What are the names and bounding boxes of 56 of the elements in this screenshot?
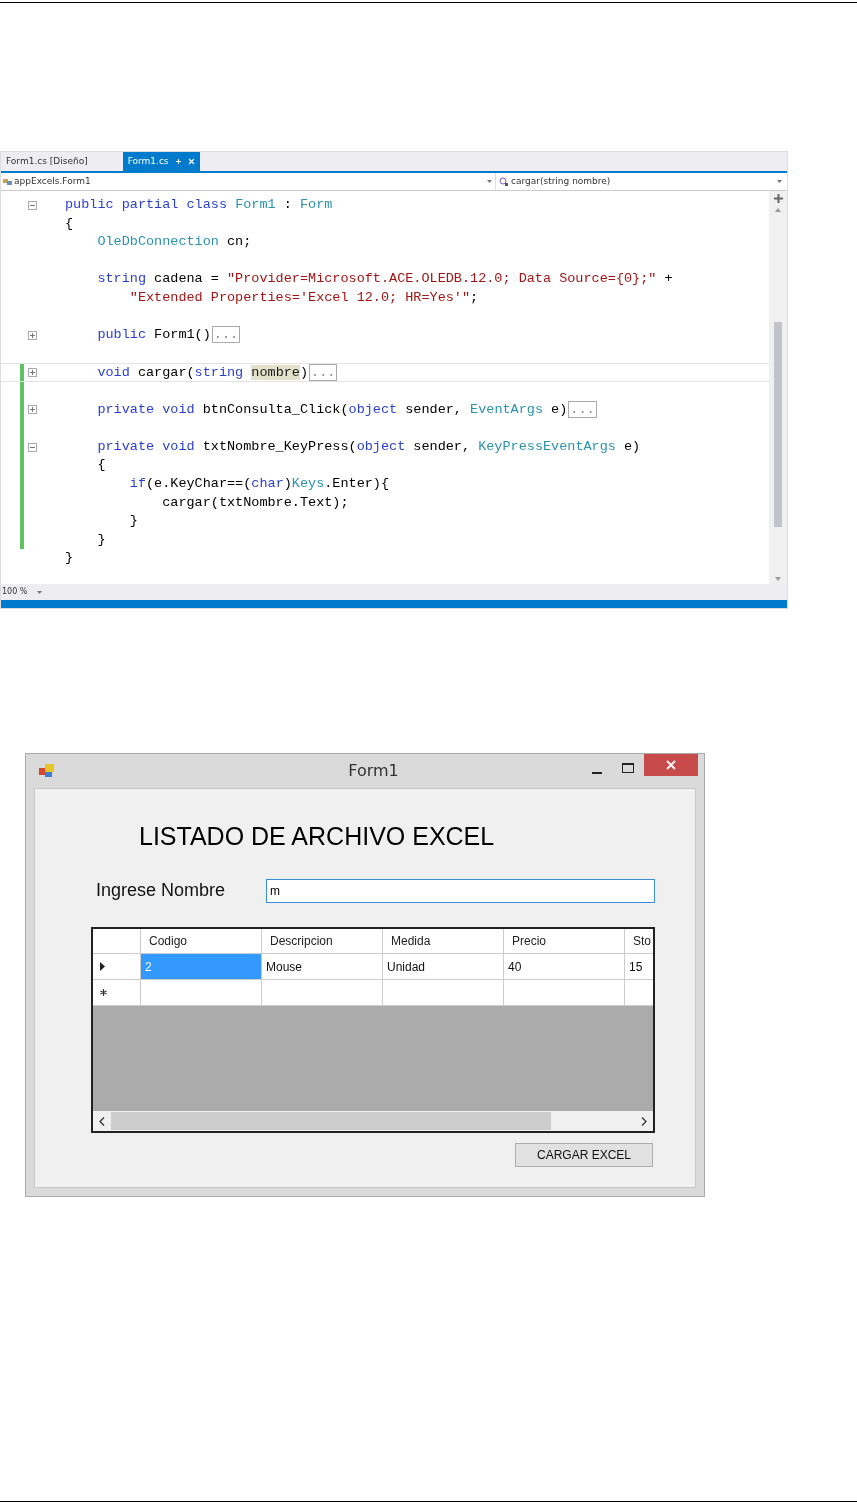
code-line: public partial class Form1 : Form — [65, 196, 333, 214]
grid-cell[interactable]: Unidad — [383, 954, 504, 979]
member-dropdown[interactable]: cargar(string nombre) — [496, 173, 787, 190]
code-line: private void btnConsulta_Click(object sender, EventArgs e) ... — [96, 400, 598, 420]
code-line: private void txtNombre_KeyPress(object sender, KeyPressEventArgs e) — [96, 437, 641, 456]
name-label: Ingrese Nombre — [96, 879, 227, 902]
dropdown-arrow-icon — [777, 180, 782, 183]
dropdown-arrow-icon — [487, 180, 492, 183]
scroll-up-icon[interactable] — [775, 208, 781, 212]
editor-tab[interactable]: Form1.cs [Diseño] — [1, 152, 93, 171]
code-line: public Form1() ... — [96, 326, 242, 345]
load-excel-button[interactable]: CARGAR EXCEL — [515, 1143, 653, 1167]
close-icon — [666, 760, 676, 770]
scroll-left-icon[interactable] — [99, 1116, 105, 1126]
code-line: cargar(txtNombre.Text); — [161, 493, 349, 512]
dropdown-arrow-icon — [37, 590, 43, 594]
current-row-icon — [100, 962, 105, 971]
code-line: string cadena = "Provider=Microsoft.ACE.OLEDB.12.0; Data Source={0};" + — [96, 270, 673, 289]
code-line: } — [96, 530, 106, 549]
scroll-right-icon[interactable] — [641, 1116, 647, 1126]
grid-cell[interactable]: Mouse — [262, 954, 383, 979]
editor-tab[interactable]: Form1.cs — [122, 152, 200, 171]
expand-icon[interactable] — [28, 405, 37, 415]
collapse-icon[interactable] — [28, 200, 37, 210]
grid-cell[interactable]: 15 — [625, 954, 653, 979]
method-icon — [499, 177, 509, 186]
class-icon — [3, 177, 12, 186]
expand-icon[interactable] — [28, 368, 37, 378]
form-heading: LISTADO DE ARCHIVO EXCEL — [139, 821, 496, 851]
zoom-level[interactable]: 100 % — [2, 586, 28, 598]
vertical-scrollbar[interactable] — [769, 191, 787, 584]
grid-cell[interactable]: 40 — [504, 954, 625, 979]
app-icon — [39, 764, 55, 778]
collapse-icon[interactable] — [28, 442, 37, 452]
close-button[interactable] — [644, 754, 698, 776]
scroll-down-icon[interactable] — [775, 577, 781, 581]
window-title: Form1 — [347, 760, 400, 782]
expand-icon[interactable] — [28, 330, 37, 340]
code-line: } — [65, 549, 74, 568]
code-line: void cargar(string nombre) ... — [96, 364, 339, 381]
code-line: { — [65, 214, 74, 233]
split-icon[interactable] — [773, 194, 783, 203]
code-line: { — [96, 456, 106, 475]
code-line: } — [128, 512, 138, 531]
close-icon[interactable] — [187, 158, 195, 165]
code-line: if(e.KeyChar==(char)Keys.Enter){ — [128, 474, 390, 493]
scrollbar-thumb[interactable] — [774, 322, 782, 527]
pin-icon[interactable] — [174, 158, 182, 165]
name-input-field[interactable]: m — [266, 878, 655, 903]
code-line: OleDbConnection cn; — [96, 233, 252, 252]
code-line: "Extended Properties='Excel 12.0; HR=Yes'"; — [128, 288, 479, 307]
horizontal-scrollbar[interactable] — [93, 1111, 653, 1131]
maximize-icon[interactable] — [622, 763, 634, 773]
scrollbar-thumb[interactable] — [111, 1112, 551, 1130]
new-row-icon — [100, 989, 107, 996]
class-dropdown[interactable]: appExcels.Form1 — [1, 173, 496, 190]
